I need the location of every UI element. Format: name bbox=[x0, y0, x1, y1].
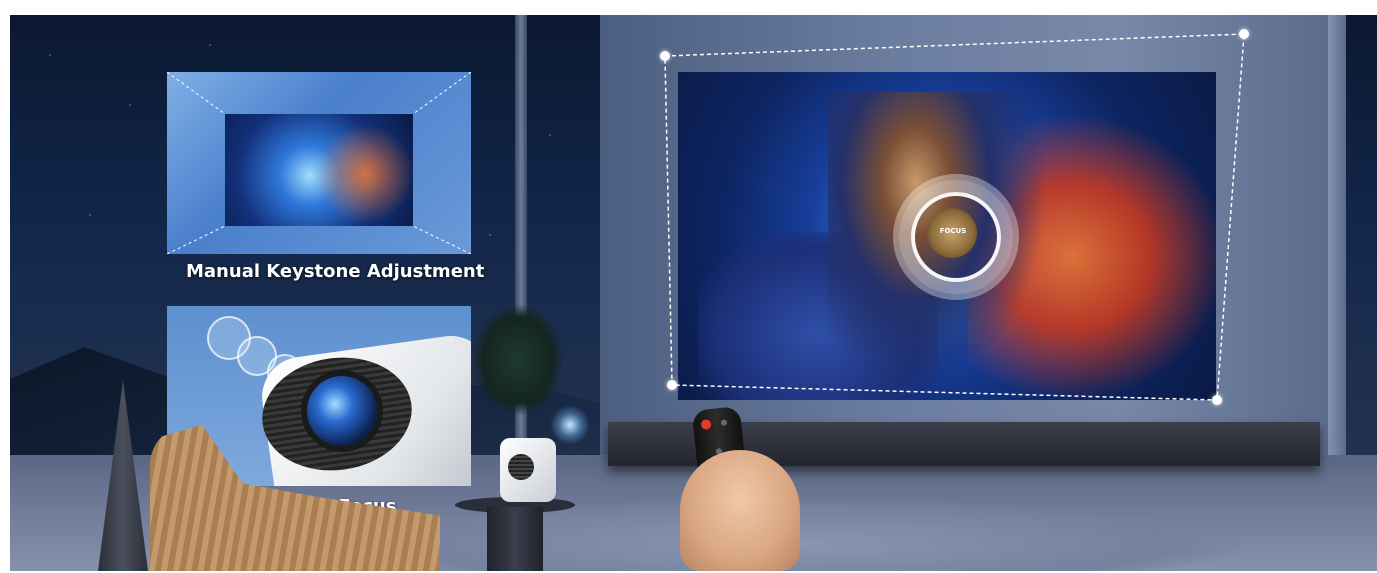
projected-image: FOCUS bbox=[678, 72, 1216, 400]
keystone-label: Manual Keystone Adjustment bbox=[186, 261, 485, 282]
keystone-inner-image bbox=[225, 114, 415, 226]
focus-icon bbox=[911, 192, 1001, 282]
keystone-inset bbox=[167, 72, 471, 254]
keystone-handle-bottom-right[interactable] bbox=[1212, 395, 1222, 405]
keystone-handle-bottom-left[interactable] bbox=[667, 380, 677, 390]
keystone-handle-top-right[interactable] bbox=[1239, 29, 1249, 39]
projection-beam bbox=[550, 405, 590, 445]
mini-projector bbox=[500, 438, 556, 502]
projector-lens bbox=[307, 376, 377, 446]
focus-badge-text: FOCUS bbox=[939, 227, 967, 235]
remote-button bbox=[720, 419, 728, 426]
power-button-icon bbox=[700, 419, 712, 431]
hand bbox=[680, 450, 800, 571]
side-table bbox=[455, 497, 575, 571]
plant bbox=[473, 305, 563, 415]
product-banner: FOCUS Manual Keystone Adjustment Manual … bbox=[10, 15, 1377, 571]
wall-edge bbox=[1328, 15, 1346, 495]
keystone-handle-top-left[interactable] bbox=[660, 51, 670, 61]
